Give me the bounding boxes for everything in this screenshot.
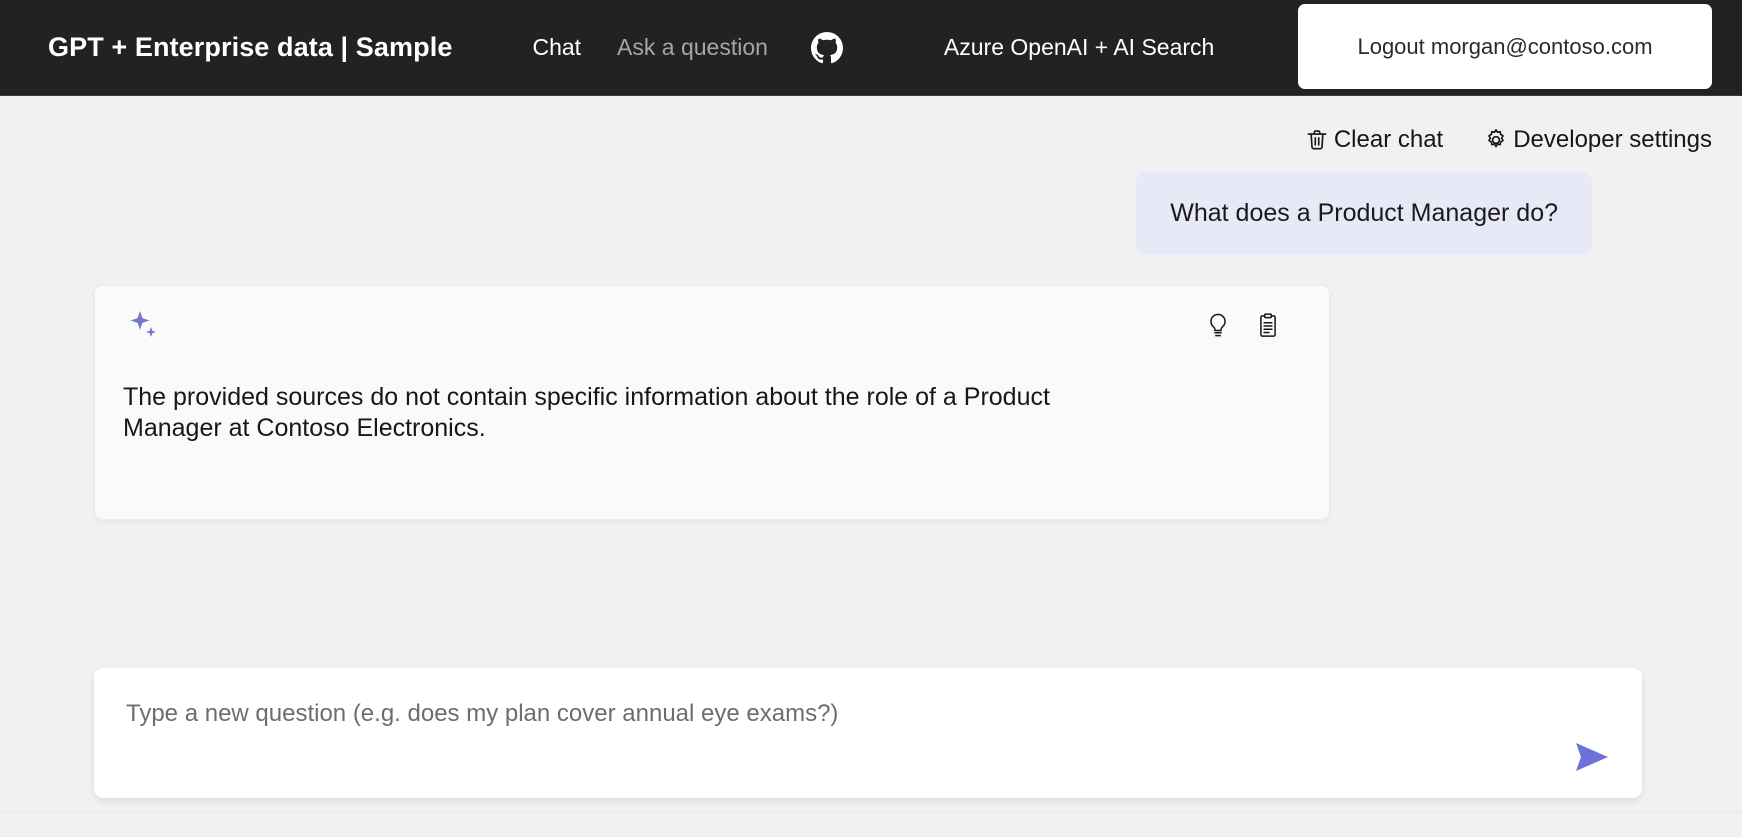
clear-chat-label: Clear chat bbox=[1333, 126, 1444, 153]
main-content: Clear chat Developer settings What does … bbox=[0, 96, 1742, 837]
trash-icon bbox=[1304, 127, 1330, 153]
lightbulb-icon[interactable] bbox=[1205, 312, 1231, 340]
primary-nav: Chat Ask a question bbox=[532, 31, 843, 65]
bottom-divider bbox=[0, 812, 1742, 813]
answer-card: The provided sources do not contain spec… bbox=[94, 284, 1330, 520]
command-row: Clear chat Developer settings bbox=[0, 96, 1742, 160]
send-icon bbox=[1570, 737, 1614, 780]
logout-button[interactable]: Logout morgan@contoso.com bbox=[1298, 4, 1712, 89]
clear-chat-button[interactable]: Clear chat bbox=[1304, 126, 1443, 154]
chat-area: What does a Product Manager do? The prov… bbox=[0, 172, 1742, 520]
answer-actions bbox=[1205, 312, 1281, 340]
brand-subtitle: Azure OpenAI + AI Search bbox=[943, 34, 1215, 60]
app-title: GPT + Enterprise data | Sample bbox=[48, 32, 453, 62]
github-icon[interactable] bbox=[810, 31, 844, 65]
answer-text: The provided sources do not contain spec… bbox=[123, 382, 1050, 443]
developer-settings-label: Developer settings bbox=[1513, 126, 1712, 153]
clipboard-icon[interactable] bbox=[1255, 312, 1281, 340]
user-message-bubble: What does a Product Manager do? bbox=[1136, 172, 1592, 255]
answer-card-header bbox=[123, 308, 1301, 352]
question-input-container bbox=[94, 668, 1642, 798]
sparkle-icon bbox=[127, 308, 161, 347]
question-input[interactable] bbox=[126, 700, 1506, 728]
gear-icon bbox=[1483, 127, 1509, 153]
send-button[interactable] bbox=[1570, 737, 1614, 780]
developer-settings-button[interactable]: Developer settings bbox=[1483, 126, 1712, 154]
nav-link-ask-a-question[interactable]: Ask a question bbox=[617, 34, 768, 61]
nav-link-chat[interactable]: Chat bbox=[532, 34, 581, 61]
user-message-row: What does a Product Manager do? bbox=[94, 172, 1648, 255]
app-header: GPT + Enterprise data | Sample Chat Ask … bbox=[0, 0, 1742, 96]
